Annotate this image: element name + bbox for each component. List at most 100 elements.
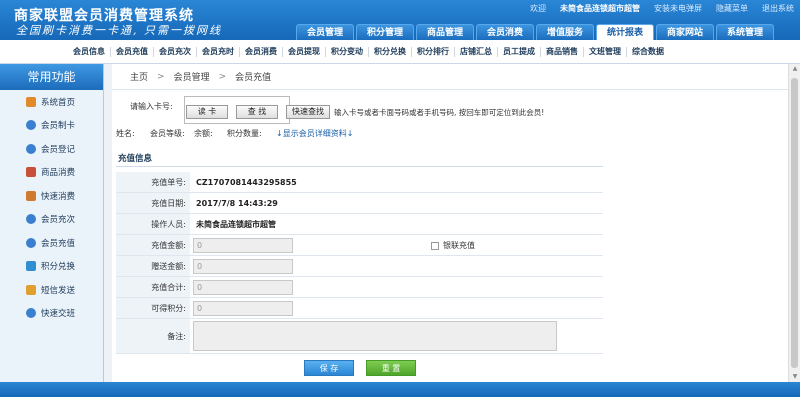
sidebar-item-home[interactable]: 系统首页: [0, 90, 103, 114]
gift-input[interactable]: 0: [193, 259, 293, 274]
operator-row: 操作人员: 未简食品连锁超市超管: [116, 214, 603, 235]
nav-consume[interactable]: 会员消费: [476, 24, 534, 40]
section-title: 充值信息: [118, 154, 153, 164]
sidebar-item-label: 积分兑换: [41, 262, 76, 273]
sidebar-item-points-exchange[interactable]: 积分兑换: [0, 255, 103, 279]
bank-recharge-checkbox[interactable]: 银联充值: [431, 240, 475, 251]
sidebar-item-label: 快速消费: [41, 191, 76, 202]
breadcrumb-separator-icon: >: [218, 71, 227, 82]
scroll-down-icon[interactable]: ▼: [789, 372, 800, 382]
subnav-item[interactable]: 会员充时: [197, 46, 240, 57]
read-card-button[interactable]: 读 卡: [186, 105, 228, 119]
date-label: 充值日期:: [116, 193, 190, 213]
breadcrumb-member[interactable]: 会员管理: [174, 70, 210, 83]
find-button[interactable]: 查 找: [236, 105, 278, 119]
sidebar: 常用功能 系统首页 会员制卡 会员登记 商品消费 快速消费 会员充次 会员充值 …: [0, 64, 104, 382]
subnav-item[interactable]: 会员充值: [111, 46, 154, 57]
remark-textarea[interactable]: [193, 321, 557, 351]
subnav-item[interactable]: 积分兑换: [369, 46, 412, 57]
sidebar-item-label: 商品消费: [41, 168, 76, 179]
gift-row: 赠送金额: 0: [116, 256, 603, 277]
show-details-link[interactable]: ↓显示会员详细资料↓: [276, 128, 353, 139]
member-name-label: 姓名:: [116, 129, 135, 138]
bank-recharge-label: 银联充值: [443, 241, 475, 250]
breadcrumb-home[interactable]: 主页: [130, 70, 148, 83]
checkbox-icon[interactable]: [431, 241, 439, 250]
card-number-label: 请输入卡号:: [130, 102, 173, 111]
sidebar-heading: 常用功能: [0, 64, 103, 90]
points-row: 可得积分: 0: [116, 298, 603, 319]
top-header: 商家联盟会员消费管理系统 全国刷卡消费一卡通, 只需一拨网线 欢迎 未简食品连锁…: [0, 0, 800, 40]
member-points-label: 积分数量:: [227, 129, 262, 138]
subnav-item[interactable]: 会员信息: [68, 46, 111, 57]
order-no-label: 充值单号:: [116, 172, 190, 192]
breadcrumb-separator-icon: >: [157, 71, 165, 82]
sidebar-item-recharge[interactable]: 会员充值: [0, 231, 103, 255]
scrollbar-thumb[interactable]: [791, 78, 798, 368]
subnav-item[interactable]: 店铺汇总: [455, 46, 498, 57]
sidebar-item-label: 会员登记: [41, 144, 76, 155]
sidebar-item-register[interactable]: 会员登记: [0, 137, 103, 161]
user-card-icon: [26, 120, 36, 131]
logout-link[interactable]: 退出系统: [762, 3, 794, 14]
points-exchange-icon: [26, 261, 36, 272]
subnav-item[interactable]: 会员充次: [154, 46, 197, 57]
remark-label: 备注:: [116, 319, 190, 353]
sidebar-item-goods-consume[interactable]: 商品消费: [0, 161, 103, 185]
nav-reports[interactable]: 统计报表: [596, 24, 654, 40]
save-button[interactable]: 保 存: [304, 360, 354, 376]
subnav-item[interactable]: 文班管理: [584, 46, 627, 57]
scrollbar[interactable]: ▲ ▼: [788, 64, 800, 382]
sidebar-item-recharge-count[interactable]: 会员充次: [0, 208, 103, 232]
date-value: 2017/7/8 14:43:29: [196, 199, 278, 208]
nav-value-added[interactable]: 增值服务: [536, 24, 594, 40]
subnav-item[interactable]: 积分变动: [326, 46, 369, 57]
nav-points[interactable]: 积分管理: [356, 24, 414, 40]
search-row: 请输入卡号: 读 卡 查 找 快速查找 输入卡号或者卡面号码或者手机号码, 按回…: [112, 90, 790, 124]
app-slogan: 全国刷卡消费一卡通, 只需一拨网线: [16, 24, 222, 37]
sms-icon: [26, 284, 36, 295]
subnav-item[interactable]: 综合数据: [627, 47, 669, 57]
nav-website[interactable]: 商家网站: [656, 24, 714, 40]
sub-nav: 会员信息 会员充值 会员充次 会员充时 会员消费 会员提现 积分变动 积分兑换 …: [0, 40, 800, 64]
amount-input[interactable]: 0: [193, 238, 293, 253]
fast-consume-icon: [26, 190, 36, 201]
amount-label: 充值金额:: [116, 235, 190, 255]
home-icon: [26, 96, 36, 107]
reset-button[interactable]: 重 置: [366, 360, 416, 376]
breadcrumb: 主页 > 会员管理 > 会员充值: [112, 64, 790, 90]
member-level-label: 会员等级:: [150, 129, 185, 138]
shift-icon: [26, 308, 36, 319]
subnav-item[interactable]: 积分排行: [412, 46, 455, 57]
sidebar-item-shift[interactable]: 快速交班: [0, 302, 103, 326]
assistant-link[interactable]: 安装未电弹屏: [654, 3, 702, 14]
subnav-item[interactable]: 员工提成: [498, 46, 541, 57]
operator-value: 未简食品连锁超市超管: [196, 220, 276, 229]
scroll-up-icon[interactable]: ▲: [789, 64, 800, 74]
total-input[interactable]: 0: [193, 280, 293, 295]
subnav-item[interactable]: 商品销售: [541, 46, 584, 57]
member-info-row: 姓名: 会员等级: 余额: 积分数量: ↓显示会员详细资料↓: [112, 128, 790, 142]
points-label: 可得积分:: [116, 298, 190, 318]
quick-find-button[interactable]: 快速查找: [286, 105, 330, 119]
sidebar-item-fast-consume[interactable]: 快速消费: [0, 184, 103, 208]
subnav-item[interactable]: 会员提现: [283, 46, 326, 57]
amount-row: 充值金额: 0 银联充值: [116, 235, 603, 256]
sidebar-item-card[interactable]: 会员制卡: [0, 114, 103, 138]
total-row: 充值合计: 0: [116, 277, 603, 298]
hide-menu-link[interactable]: 隐藏菜单: [716, 3, 748, 14]
order-no-row: 充值单号: CZ1707081443295855: [116, 172, 603, 193]
breadcrumb-current: 会员充值: [235, 73, 272, 83]
points-input[interactable]: 0: [193, 301, 293, 316]
goods-icon: [26, 167, 36, 178]
welcome-text: 欢迎: [530, 4, 546, 13]
remark-row: 备注:: [116, 319, 603, 354]
search-hint: 输入卡号或者卡面号码或者手机号码, 按回车即可定位到此会员!: [334, 108, 545, 117]
sidebar-item-label: 系统首页: [41, 97, 76, 108]
gift-label: 赠送金额:: [116, 256, 190, 276]
nav-system[interactable]: 系统管理: [716, 24, 774, 40]
nav-member[interactable]: 会员管理: [296, 24, 354, 40]
nav-goods[interactable]: 商品管理: [416, 24, 474, 40]
subnav-item[interactable]: 会员消费: [240, 46, 283, 57]
sidebar-item-sms[interactable]: 短信发送: [0, 278, 103, 302]
